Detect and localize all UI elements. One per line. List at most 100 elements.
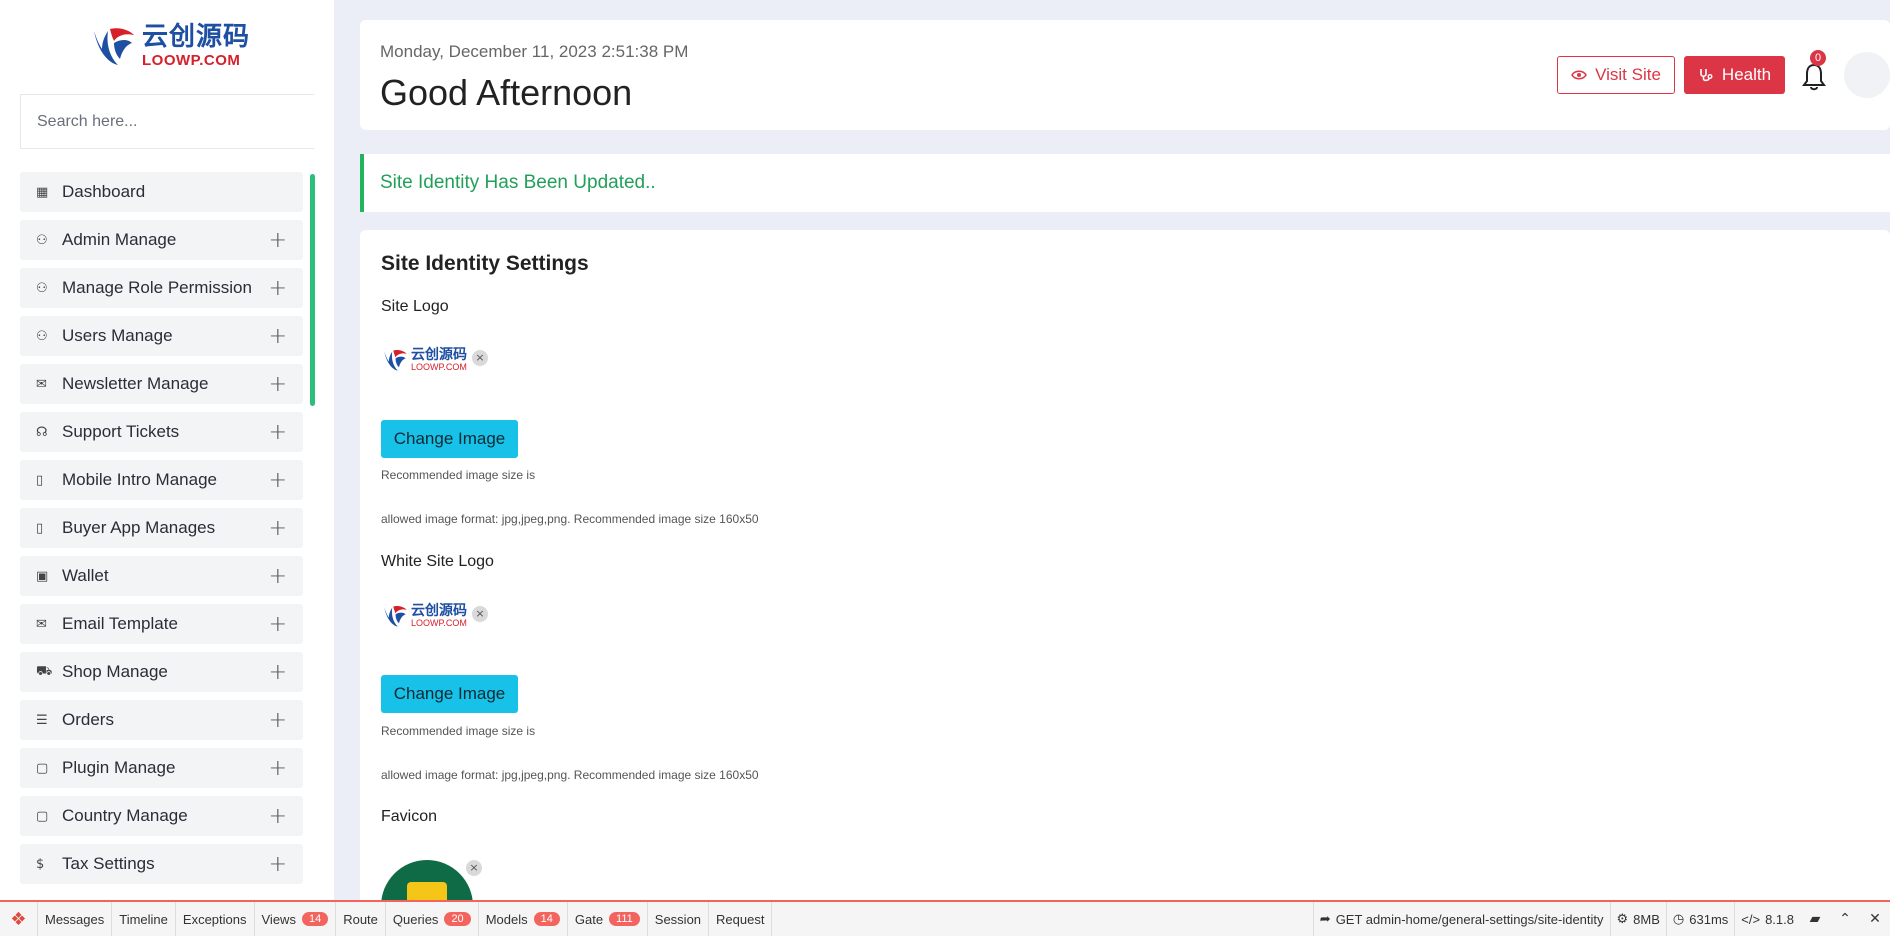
debug-php-version[interactable]: </> 8.1.8: [1734, 902, 1800, 936]
sidebar-item-label: Orders: [62, 710, 114, 729]
plus-icon[interactable]: +: [269, 516, 287, 541]
bell-icon[interactable]: [1800, 62, 1828, 92]
debug-route[interactable]: ➦ GET admin-home/general-settings/site-i…: [1312, 902, 1610, 936]
debug-tab-label: Route: [343, 911, 378, 927]
sidebar-item-manage-role-permission[interactable]: ⚇ Manage Role Permission +: [20, 268, 303, 308]
sidebar-item-admin-manage[interactable]: ⚇ Admin Manage +: [20, 220, 303, 260]
folder-icon[interactable]: ▰: [1800, 902, 1830, 936]
white-logo-format-text: allowed image format: jpg,jpeg,png. Reco…: [381, 768, 759, 782]
sidebar-item-newsletter-manage[interactable]: ✉ Newsletter Manage +: [20, 364, 303, 404]
sidebar-menu: ▦ Dashboard ⚇ Admin Manage + ⚇ Manage Role Per…: [20, 172, 303, 892]
sidebar-item-email-template[interactable]: ✉ Email Template +: [20, 604, 303, 644]
laravel-logo-icon[interactable]: ❖: [0, 902, 38, 936]
sidebar-item-tax-settings[interactable]: $ Tax Settings +: [20, 844, 303, 884]
debug-tab-exceptions[interactable]: Exceptions: [176, 902, 255, 936]
plus-icon[interactable]: +: [269, 324, 287, 349]
debug-tab-models[interactable]: Models 14: [479, 902, 568, 936]
change-white-logo-button[interactable]: Change Image: [381, 675, 518, 713]
top-header: Monday, December 11, 2023 2:51:38 PM Goo…: [360, 20, 1890, 130]
user-icon: ⚇: [36, 232, 48, 248]
plus-icon[interactable]: +: [269, 660, 287, 685]
plus-icon[interactable]: +: [269, 852, 287, 877]
debug-bar: ❖ Messages Timeline Exceptions Views 14 Route…: [0, 900, 1890, 936]
debug-tab-views[interactable]: Views 14: [255, 902, 337, 936]
logo-chinese-text: 云创源码: [142, 22, 251, 52]
sidebar-item-label: Tax Settings: [62, 854, 155, 873]
close-icon[interactable]: ✕: [1860, 902, 1890, 936]
remove-white-logo-icon[interactable]: ×: [472, 606, 488, 622]
chevron-up-icon[interactable]: ⌃: [1830, 902, 1860, 936]
health-button[interactable]: Health: [1684, 56, 1785, 94]
greeting-title: Good Afternoon: [380, 72, 633, 113]
debug-tab-label: Request: [716, 911, 765, 927]
sidebar-item-label: Plugin Manage: [62, 758, 176, 777]
clipboard-icon: ▢: [36, 760, 49, 776]
sidebar-scroll-track[interactable]: [314, 0, 334, 900]
debug-tab-route[interactable]: Route: [336, 902, 386, 936]
debug-tab-gate[interactable]: Gate 111: [568, 902, 648, 936]
cart-icon: ⛟: [36, 663, 53, 679]
favicon-label: Favicon: [381, 808, 438, 825]
sidebar-item-dashboard[interactable]: ▦ Dashboard: [20, 172, 303, 212]
plus-icon[interactable]: +: [269, 372, 287, 397]
debug-tab-queries[interactable]: Queries 20: [386, 902, 479, 936]
sidebar-item-buyer-app-manages[interactable]: ▯ Buyer App Manages +: [20, 508, 303, 548]
sidebar-item-wallet[interactable]: ▣ Wallet +: [20, 556, 303, 596]
sidebar-item-label: Wallet: [62, 566, 109, 585]
plus-icon[interactable]: +: [269, 804, 287, 829]
sidebar-item-country-manage[interactable]: ▢ Country Manage +: [20, 796, 303, 836]
thumb-logo-english: LOOWP.COM: [411, 362, 467, 372]
logo-mark-icon: [384, 606, 407, 627]
envelope-icon: ✉: [36, 616, 47, 632]
user-icon: ⚇: [36, 328, 48, 344]
envelope-icon: ✉: [36, 376, 47, 392]
user-avatar[interactable]: [1844, 52, 1890, 98]
dashboard-icon: ▦: [36, 184, 49, 200]
debug-tab-label: Timeline: [119, 911, 168, 927]
sidebar-item-support-tickets[interactable]: ☊ Support Tickets +: [20, 412, 303, 452]
remove-site-logo-icon[interactable]: ×: [472, 350, 488, 366]
debug-tab-request[interactable]: Request: [709, 902, 773, 936]
plus-icon[interactable]: +: [269, 708, 287, 733]
sidebar-item-users-manage[interactable]: ⚇ Users Manage +: [20, 316, 303, 356]
brand-logo[interactable]: 云创源码 LOOWP.COM: [88, 18, 258, 74]
sidebar-item-label: Mobile Intro Manage: [62, 470, 217, 489]
site-logo-format-text: allowed image format: jpg,jpeg,png. Reco…: [381, 512, 759, 526]
plus-icon[interactable]: +: [269, 564, 287, 589]
plus-icon[interactable]: +: [269, 420, 287, 445]
sidebar-item-mobile-intro-manage[interactable]: ▯ Mobile Intro Manage +: [20, 460, 303, 500]
plus-icon[interactable]: +: [269, 756, 287, 781]
sidebar-item-shop-manage[interactable]: ⛟ Shop Manage +: [20, 652, 303, 692]
sidebar: 云创源码 LOOWP.COM ▦Dashboard⚇Admin Manage+⚇…: [0, 0, 334, 900]
list-icon: ☰: [36, 712, 48, 728]
visit-site-button[interactable]: Visit Site: [1557, 56, 1675, 94]
sidebar-item-label: Users Manage: [62, 326, 173, 345]
plus-icon[interactable]: +: [269, 276, 287, 301]
sidebar-item-label: Manage Role Permission: [62, 278, 252, 297]
plus-icon[interactable]: +: [269, 612, 287, 637]
debug-tab-label: Queries: [392, 911, 439, 927]
debug-tab-count-badge: 111: [609, 912, 640, 926]
debug-tab-messages[interactable]: Messages: [38, 902, 113, 936]
visit-site-label: Visit Site: [1595, 65, 1661, 84]
sidebar-item-orders[interactable]: ☰ Orders +: [20, 700, 303, 740]
plus-icon[interactable]: +: [269, 468, 287, 493]
plus-icon[interactable]: +: [269, 228, 287, 253]
logo-mark-icon: [384, 350, 407, 371]
sidebar-search-input[interactable]: [20, 94, 315, 149]
white-logo-recommended-text: Recommended image size is: [381, 724, 536, 738]
change-site-logo-button[interactable]: Change Image: [381, 420, 518, 458]
notification-count-badge: 0: [1810, 50, 1826, 66]
alert-message: Site Identity Has Been Updated..: [380, 172, 656, 193]
debug-tab-count-badge: 20: [444, 912, 471, 926]
debug-tab-timeline[interactable]: Timeline: [112, 902, 176, 936]
logo-english-text: LOOWP.COM: [142, 52, 241, 69]
debug-memory[interactable]: ⚙ 8MB: [1609, 902, 1666, 936]
remove-favicon-icon[interactable]: ×: [466, 860, 482, 876]
sidebar-scrollbar-thumb[interactable]: [310, 174, 315, 406]
debug-tab-label: Models: [485, 911, 528, 927]
debug-time[interactable]: ◷ 631ms: [1665, 902, 1734, 936]
sidebar-item-plugin-manage[interactable]: ▢ Plugin Manage +: [20, 748, 303, 788]
site-identity-card: Site Identity Settings Site Logo 云创源码 LO…: [360, 230, 1890, 910]
debug-tab-session[interactable]: Session: [648, 902, 710, 936]
